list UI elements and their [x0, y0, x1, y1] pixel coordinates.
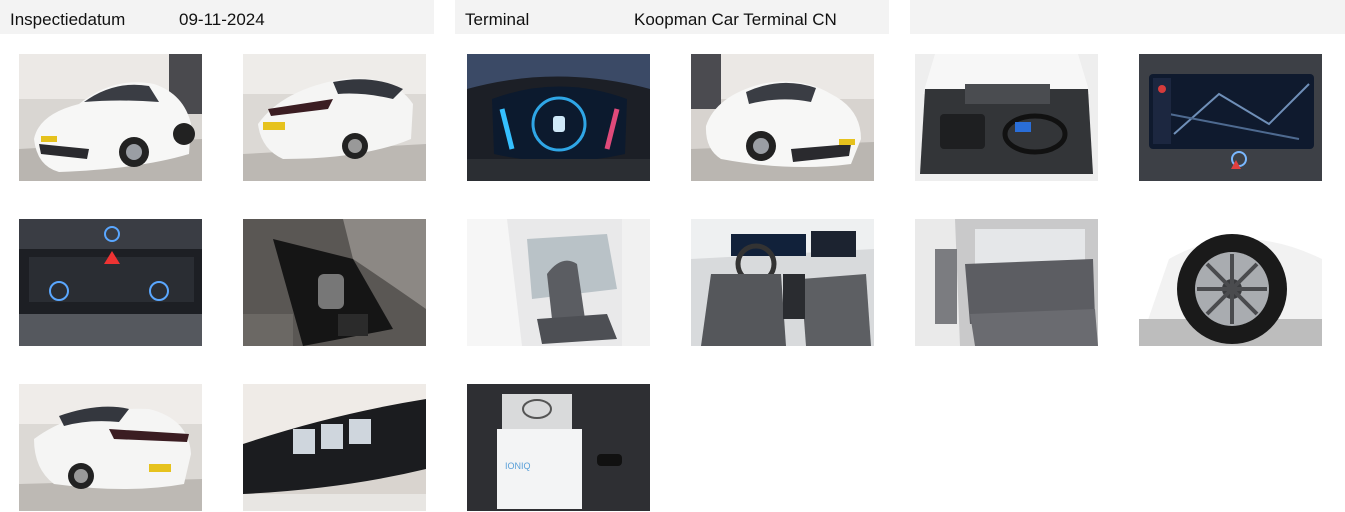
car-photo-image [19, 54, 202, 181]
photo-owner-manual-key[interactable]: IONIQ [467, 384, 650, 511]
photo-climate-controls[interactable] [19, 219, 202, 346]
photo-front-left-exterior[interactable] [19, 54, 202, 181]
terminal-label: Terminal [465, 10, 530, 29]
terminal-value: Koopman Car Terminal CN [634, 10, 837, 29]
inspection-date-label: Inspectiedatum [10, 10, 126, 29]
photo-gear-selector[interactable] [243, 219, 426, 346]
svg-text:IONIQ: IONIQ [505, 461, 531, 471]
photo-headlight-detail[interactable] [243, 384, 426, 511]
photo-wheel-tyre[interactable] [1139, 219, 1322, 346]
photo-dashboard-interior[interactable] [691, 219, 874, 346]
photo-rear-left-exterior[interactable] [243, 54, 426, 181]
photo-trunk-charging-cable[interactable] [915, 54, 1098, 181]
terminal-header: Terminal Koopman Car Terminal CN [455, 0, 889, 34]
photo-instrument-cluster[interactable] [467, 54, 650, 181]
photo-front-right-exterior[interactable] [691, 54, 874, 181]
inspection-date-header: Inspectiedatum 09-11-2024 [0, 0, 434, 34]
inspection-date-value: 09-11-2024 [179, 10, 265, 29]
empty-header-cell [910, 0, 1345, 34]
photo-rear-seats[interactable] [915, 219, 1098, 346]
photo-rear-right-exterior[interactable] [19, 384, 202, 511]
photo-navigation-screen[interactable] [1139, 54, 1322, 181]
photo-driver-seat[interactable] [467, 219, 650, 346]
